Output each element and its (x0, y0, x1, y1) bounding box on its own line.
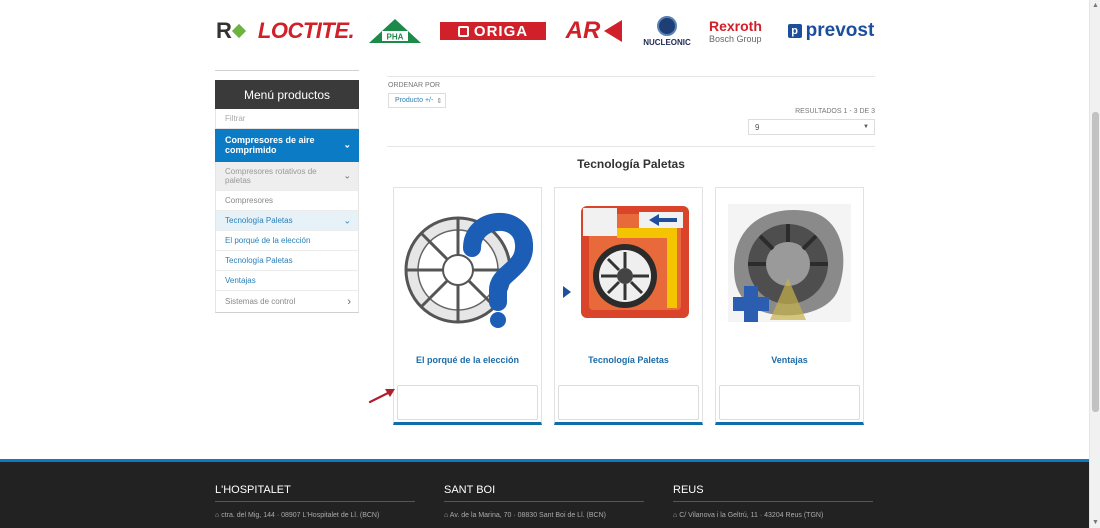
sidebar-title: Menú productos (215, 80, 359, 109)
vane-technology-diagram-image[interactable] (563, 198, 694, 328)
triangle-icon (604, 20, 623, 42)
per-page-value: 9 (755, 122, 760, 132)
footer-address-text: C/ Vilanova i la Geltrú, 11 · 43204 Reus… (679, 512, 824, 519)
vane-compressor-question-image[interactable] (402, 198, 533, 328)
vane-advantages-image[interactable] (724, 198, 855, 328)
menu-item-sistemas-control[interactable]: Sistemas de control › (215, 291, 359, 313)
product-card-porque[interactable]: El porqué de la elección (393, 187, 542, 425)
globe-icon (657, 15, 677, 36)
brand-nucleonic-text: NUCLEONIC (643, 37, 691, 47)
brand-rexroth-subtext: Bosch Group (709, 33, 762, 44)
product-info-box (397, 385, 538, 420)
menu-item-label: Compresores (225, 196, 274, 205)
results-count: RESULTADOS 1 - 3 DE 3 (795, 108, 875, 115)
chevron-down-icon: ⌄ (343, 215, 351, 225)
menu-item-label: Compresores de aire comprimido (225, 135, 315, 155)
menu-item-tecnologia-paletas-sub[interactable]: Tecnología Paletas (215, 251, 359, 271)
prevost-mark-icon: p (787, 24, 802, 38)
menu-item-label: Tecnología Paletas (225, 216, 293, 225)
sort-icon: ⇕ (436, 97, 443, 105)
footer-address: ⌂ ctra. del Mig, 144 · 08907 L'Hospitale… (215, 512, 415, 519)
footer-col-santboi: SANT BOI ⌂ Av. de la Marina, 70 · 08830 … (444, 484, 644, 519)
footer-address: ⌂ C/ Vilanova i la Geltrú, 11 · 43204 Re… (673, 512, 873, 519)
brand-strip: R LOCTITE. PHA ORIGA AR NUCLEONIC Rexrot… (215, 10, 875, 52)
menu-item-compresores-rotativos[interactable]: Compresores rotativos de paletas ⌄ (215, 162, 359, 191)
menu-item-label: Compresores rotativos de paletas (225, 167, 317, 185)
menu-item-label: Tecnología Paletas (225, 256, 293, 265)
brand-logo-pha[interactable]: PHA (367, 10, 423, 52)
menu-item-ventajas[interactable]: Ventajas (215, 271, 359, 291)
footer: L'HOSPITALET ⌂ ctra. del Mig, 144 · 0890… (0, 459, 1089, 528)
footer-col-title: SANT BOI (444, 484, 644, 502)
sidebar-divider (215, 70, 359, 71)
menu-item-compresores-aire[interactable]: Compresores de aire comprimido ⌄ (215, 129, 359, 162)
footer-address-text: ctra. del Mig, 144 · 08907 L'Hospitalet … (221, 512, 380, 519)
product-card-tecnologia[interactable]: Tecnología Paletas (554, 187, 703, 425)
order-by-value: Producto +/- (395, 97, 434, 104)
product-name[interactable]: Ventajas (716, 355, 863, 365)
caret-down-icon: ▼ (863, 124, 869, 130)
menu-item-tecnologia-paletas[interactable]: Tecnología Paletas ⌄ (215, 211, 359, 231)
filter-input[interactable]: Filtrar (215, 109, 359, 129)
pha-logo-icon: PHA (369, 19, 421, 43)
category-title: Tecnología Paletas (577, 157, 685, 171)
product-info-box (719, 385, 860, 420)
brand-partial-text: R (216, 18, 232, 43)
brand-logo-partial[interactable]: R (215, 10, 247, 52)
brand-origa-text: ORIGA (473, 22, 529, 40)
scrollbar-thumb[interactable] (1092, 112, 1099, 412)
pointer-arrow-icon (368, 389, 395, 404)
chevron-down-icon: ⌄ (343, 139, 351, 150)
brand-rexroth-text: Rexroth (709, 17, 762, 34)
order-by-select[interactable]: Producto +/- ⇕ (388, 93, 446, 108)
per-page-select[interactable]: 9 ▼ (748, 119, 875, 135)
origa-ring-icon (457, 25, 469, 37)
menu-item-label: Sistemas de control (225, 297, 296, 306)
menu-item-porque-eleccion[interactable]: El porqué de la elección (215, 231, 359, 251)
brand-logo-loctite[interactable]: LOCTITE. (257, 10, 355, 52)
order-by-label: ORDENAR POR (388, 82, 441, 89)
scroll-up-icon[interactable]: ▲ (1090, 0, 1100, 11)
origa-badge: ORIGA (440, 22, 546, 40)
pha-logo-text: PHA (387, 33, 404, 42)
diamond-icon (231, 23, 247, 39)
scroll-down-icon[interactable]: ▼ (1090, 517, 1100, 528)
menu-item-label: Ventajas (225, 276, 256, 285)
brand-prevost-text: prevost (805, 20, 875, 41)
menu-item-compresores[interactable]: Compresores (215, 191, 359, 211)
footer-address: ⌂ Av. de la Marina, 70 · 08830 Sant Boi … (444, 512, 644, 519)
footer-col-title: REUS (673, 484, 873, 502)
footer-col-hospitalet: L'HOSPITALET ⌂ ctra. del Mig, 144 · 0890… (215, 484, 415, 519)
brand-logo-origa[interactable]: ORIGA (439, 10, 547, 52)
chevron-right-icon: › (347, 295, 351, 308)
brand-logo-rexroth[interactable]: Rexroth Bosch Group (709, 10, 769, 52)
chevron-down-icon: ⌄ (343, 170, 351, 181)
product-name[interactable]: El porqué de la elección (394, 355, 541, 365)
brand-logo-nucleonic[interactable]: NUCLEONIC (639, 10, 695, 52)
product-info-box (558, 385, 699, 420)
vertical-scrollbar[interactable]: ▲ ▼ (1089, 0, 1100, 528)
menu-item-label: El porqué de la elección (225, 236, 311, 245)
footer-col-title: L'HOSPITALET (215, 484, 415, 502)
brand-logo-prevost[interactable]: p prevost (787, 10, 875, 52)
brand-ar-text: AR (565, 17, 601, 44)
footer-col-reus: REUS ⌂ C/ Vilanova i la Geltrú, 11 · 432… (673, 484, 873, 519)
product-card-ventajas[interactable]: Ventajas (715, 187, 864, 425)
product-menu-sidebar: Menú productos Filtrar Compresores de ai… (215, 70, 359, 313)
page: R LOCTITE. PHA ORIGA AR NUCLEONIC Rexrot… (0, 0, 1089, 528)
listing-top-divider (387, 76, 875, 77)
brand-logo-ar[interactable]: AR (563, 10, 625, 52)
product-name[interactable]: Tecnología Paletas (555, 355, 702, 365)
footer-address-text: Av. de la Marina, 70 · 08830 Sant Boi de… (449, 512, 606, 519)
brand-loctite-text: LOCTITE. (257, 18, 355, 43)
listing-mid-divider (387, 146, 875, 147)
